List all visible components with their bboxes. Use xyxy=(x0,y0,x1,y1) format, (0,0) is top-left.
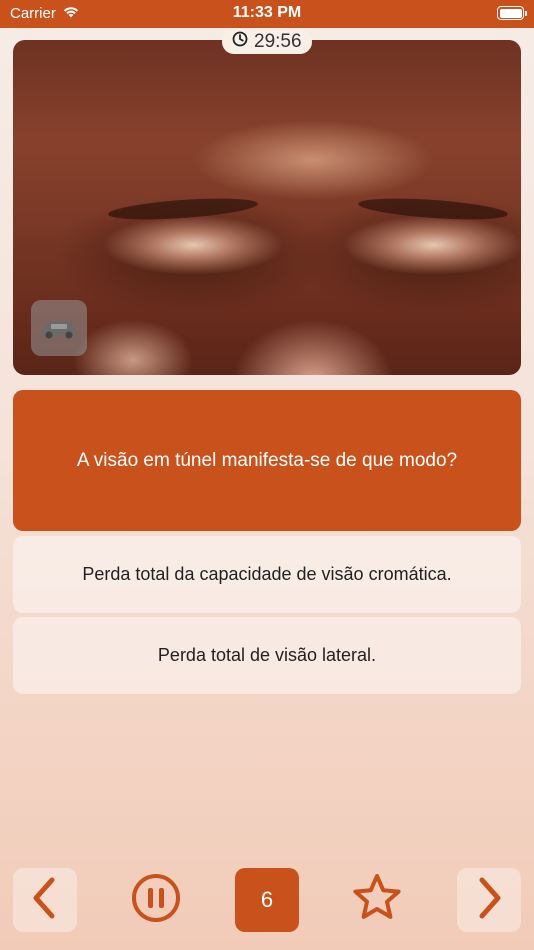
question-image xyxy=(13,40,521,375)
answer-text: Perda total de visão lateral. xyxy=(157,645,377,665)
status-bar: Carrier 11:33 PM xyxy=(0,0,534,28)
timer-value: 29:56 xyxy=(254,31,302,52)
answer-option[interactable]: Perda total de visão lateral. xyxy=(13,617,521,694)
page-indicator[interactable]: 6 xyxy=(235,868,299,932)
star-icon xyxy=(350,871,404,930)
answer-option[interactable]: Perda total da capacidade de visão cromá… xyxy=(13,536,521,613)
chevron-left-icon xyxy=(30,876,60,925)
battery-icon xyxy=(497,6,527,20)
next-button[interactable] xyxy=(457,868,521,932)
car-icon[interactable] xyxy=(31,300,87,356)
previous-button[interactable] xyxy=(13,868,77,932)
pause-button[interactable] xyxy=(126,870,186,930)
question-card: A visão em túnel manifesta-se de que mod… xyxy=(13,390,521,531)
pause-icon xyxy=(130,872,182,929)
clock-icon xyxy=(232,31,248,53)
chevron-right-icon xyxy=(474,876,504,925)
question-text: A visão em túnel manifesta-se de que mod… xyxy=(76,449,458,471)
image-detail xyxy=(357,194,509,224)
image-detail xyxy=(107,194,259,224)
status-time: 11:33 PM xyxy=(232,4,302,21)
favorite-button[interactable] xyxy=(347,870,407,930)
page-number: 6 xyxy=(260,887,274,912)
answer-text: Perda total da capacidade de visão cromá… xyxy=(82,564,452,584)
timer-badge: 29:56 xyxy=(222,30,312,54)
